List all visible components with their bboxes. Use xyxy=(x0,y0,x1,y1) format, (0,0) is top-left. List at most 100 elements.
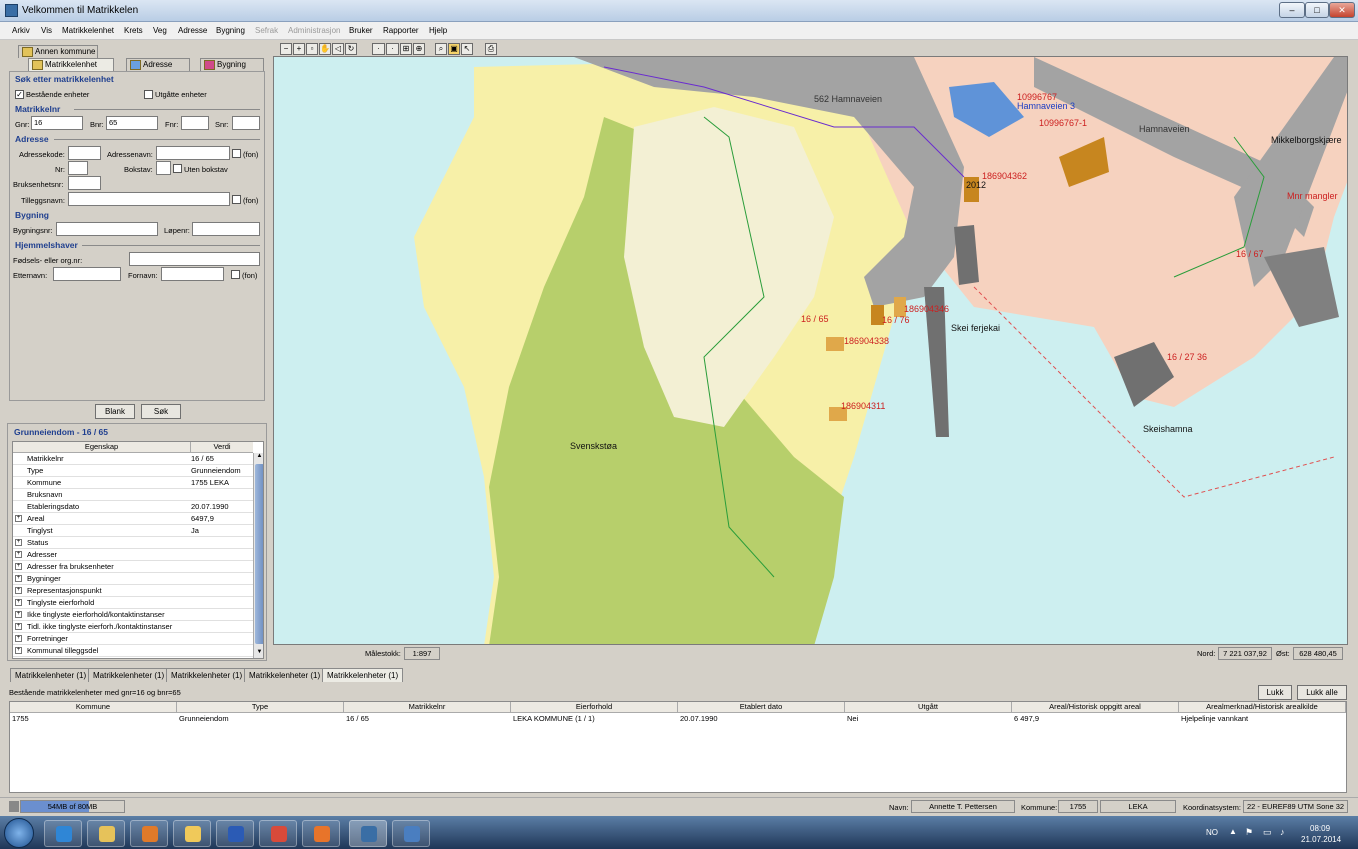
expand-icon[interactable]: + xyxy=(15,623,22,630)
search-button[interactable]: Søk xyxy=(141,404,181,419)
magnifier-icon[interactable]: ⌕ xyxy=(435,43,447,55)
table-row[interactable]: + Adresser fra bruksenheter xyxy=(13,561,253,573)
fodsel-input[interactable] xyxy=(129,252,260,266)
taskbar-word[interactable] xyxy=(216,820,254,847)
refresh-icon[interactable]: ↻ xyxy=(345,43,357,55)
start-button[interactable] xyxy=(4,818,34,848)
table-row[interactable]: + Forretninger xyxy=(13,633,253,645)
expand-icon[interactable]: + xyxy=(15,551,22,558)
map-canvas[interactable]: 562 Hamnaveien Hamnaveien 10996767 Hamna… xyxy=(273,56,1348,645)
menu-matrikkelenhet[interactable]: Matrikkelenhet xyxy=(62,26,114,35)
table-row[interactable]: Etableringsdato 20.07.1990 xyxy=(13,501,253,513)
zoom-box-icon[interactable]: ▫ xyxy=(306,43,318,55)
tab-bygning[interactable]: Bygning xyxy=(200,58,264,71)
minimize-button[interactable]: – xyxy=(1279,2,1305,18)
taskbar-media[interactable] xyxy=(130,820,168,847)
maximize-button[interactable]: □ xyxy=(1305,2,1329,18)
map-svg[interactable]: 562 Hamnaveien Hamnaveien 10996767 Hamna… xyxy=(274,57,1348,645)
results-tab-3[interactable]: Matrikkelenheter (1) xyxy=(166,668,248,682)
menu-arkiv[interactable]: Arkiv xyxy=(12,26,30,35)
expired-checkbox[interactable] xyxy=(144,90,153,99)
expand-icon[interactable]: + xyxy=(15,599,22,606)
bokstav-input[interactable] xyxy=(156,161,171,175)
bnr-input[interactable]: 65 xyxy=(106,116,158,130)
scale-100-icon[interactable]: · xyxy=(386,43,399,55)
tray-up-icon[interactable]: ▲ xyxy=(1229,827,1237,836)
taskbar-app6[interactable] xyxy=(259,820,297,847)
clock-time[interactable]: 08:09 xyxy=(1310,824,1330,833)
fornavn-input[interactable] xyxy=(161,267,224,281)
taskbar-firefox[interactable] xyxy=(302,820,340,847)
table-row[interactable]: + Representasjonspunkt xyxy=(13,585,253,597)
adressenavn-input[interactable] xyxy=(156,146,230,160)
table-row[interactable]: + Status xyxy=(13,537,253,549)
adressekode-input[interactable] xyxy=(68,146,101,160)
identify-icon[interactable]: ▣ xyxy=(448,43,460,55)
table-row[interactable]: + Kommunal tilleggsdel xyxy=(13,645,253,657)
network-icon[interactable]: ▭ xyxy=(1263,827,1272,838)
menu-rapporter[interactable]: Rapporter xyxy=(383,26,419,35)
tab-matrikkelenhet[interactable]: Matrikkelenhet xyxy=(28,58,114,71)
close-button[interactable]: ✕ xyxy=(1329,2,1355,18)
table-row[interactable]: Matrikkelnr 16 / 65 xyxy=(13,453,253,465)
expand-icon[interactable]: + xyxy=(15,563,22,570)
full-extent-icon[interactable]: ⊞ xyxy=(400,43,412,55)
results-tab-1[interactable]: Matrikkelenheter (1) xyxy=(10,668,92,682)
taskbar-explorer[interactable] xyxy=(87,820,125,847)
taskbar-app9[interactable] xyxy=(392,820,430,847)
close-button[interactable]: Lukk xyxy=(1258,685,1292,700)
trash-icon[interactable] xyxy=(9,801,19,812)
gnr-input[interactable]: 16 xyxy=(31,116,83,130)
menu-krets[interactable]: Krets xyxy=(124,26,143,35)
expand-icon[interactable]: + xyxy=(15,575,22,582)
language-indicator[interactable]: NO xyxy=(1206,828,1218,837)
table-row[interactable]: 1755 Grunneiendom 16 / 65 LEKA KOMMUNE (… xyxy=(10,713,1346,724)
nr-input[interactable] xyxy=(68,161,88,175)
menu-hjelp[interactable]: Hjelp xyxy=(429,26,447,35)
taskbar-app4[interactable] xyxy=(173,820,211,847)
taskbar-matrikkel[interactable] xyxy=(349,820,387,847)
scale-icon[interactable]: · xyxy=(372,43,385,55)
expand-icon[interactable]: + xyxy=(15,539,22,546)
scrollbar[interactable]: ▲ ▼ xyxy=(253,453,263,658)
previous-view-icon[interactable]: ◁ xyxy=(332,43,344,55)
table-row[interactable]: Kommune 1755 LEKA xyxy=(13,477,253,489)
zoom-out-icon[interactable]: − xyxy=(280,43,292,55)
snr-input[interactable] xyxy=(232,116,260,130)
table-row[interactable]: + Ikke tinglyste eierforhold/kontaktinsta… xyxy=(13,609,253,621)
bygningsnr-input[interactable] xyxy=(56,222,158,236)
flag-icon[interactable]: ⚑ xyxy=(1245,827,1253,838)
expand-icon[interactable]: + xyxy=(15,515,22,522)
uten-bokstav-checkbox[interactable] xyxy=(173,164,182,173)
table-row[interactable]: + Tidl. ikke tinglyste eierforh./kontakti… xyxy=(13,621,253,633)
results-tab-4[interactable]: Matrikkelenheter (1) xyxy=(244,668,326,682)
table-row[interactable]: Type Grunneiendom xyxy=(13,465,253,477)
close-all-button[interactable]: Lukk alle xyxy=(1297,685,1347,700)
table-row[interactable]: Tinglyst Ja xyxy=(13,525,253,537)
table-row[interactable]: + Tinglyste eierforhold xyxy=(13,597,253,609)
zoom-in-icon[interactable]: + xyxy=(293,43,305,55)
lopenr-input[interactable] xyxy=(192,222,260,236)
expand-icon[interactable]: + xyxy=(15,587,22,594)
scroll-down-icon[interactable]: ▼ xyxy=(255,649,263,658)
results-tab-2[interactable]: Matrikkelenheter (1) xyxy=(88,668,170,682)
results-tab-5[interactable]: Matrikkelenheter (1) xyxy=(322,668,404,682)
menu-bygning[interactable]: Bygning xyxy=(216,26,245,35)
taskbar-ie[interactable] xyxy=(44,820,82,847)
tab-annen-kommune[interactable]: Annen kommune xyxy=(18,45,98,58)
tilleggsnavn-input[interactable] xyxy=(68,192,230,206)
table-row[interactable]: Bruksnavn xyxy=(13,489,253,501)
center-icon[interactable]: ⊕ xyxy=(413,43,425,55)
tab-adresse[interactable]: Adresse xyxy=(126,58,190,71)
scroll-up-icon[interactable]: ▲ xyxy=(255,453,263,462)
scroll-thumb[interactable] xyxy=(255,464,263,644)
print-icon[interactable]: ⎙ xyxy=(485,43,497,55)
fornavn-fon-checkbox[interactable] xyxy=(231,270,240,279)
tilleggsnavn-fon-checkbox[interactable] xyxy=(232,195,241,204)
table-row[interactable]: + Adresser xyxy=(13,549,253,561)
table-row[interactable]: + Bygninger xyxy=(13,573,253,585)
volume-icon[interactable]: ♪ xyxy=(1280,827,1285,837)
expand-icon[interactable]: + xyxy=(15,611,22,618)
select-arrow-icon[interactable]: ↖ xyxy=(461,43,473,55)
bruksenhetsnr-input[interactable] xyxy=(68,176,101,190)
